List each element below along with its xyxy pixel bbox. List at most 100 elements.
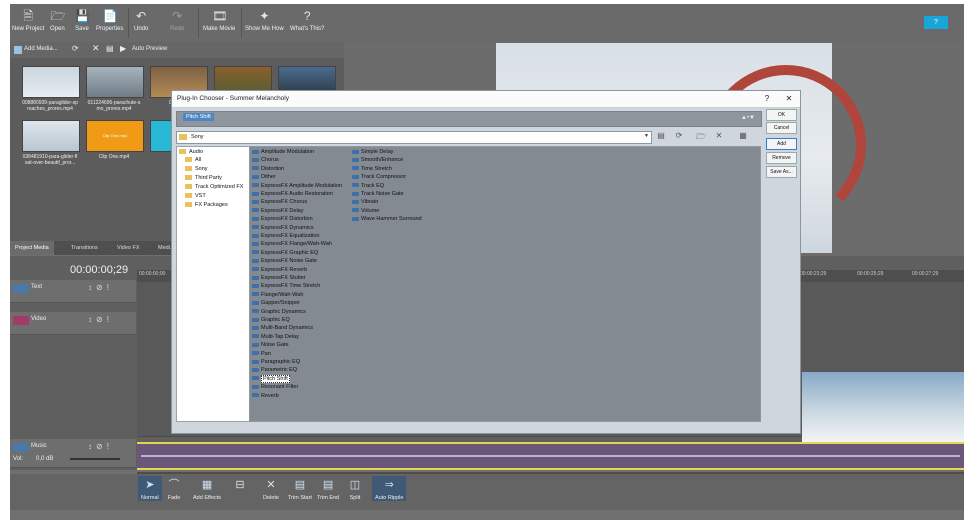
tree-item[interactable]: Track Optimized FX [185,184,243,190]
show-me-how-button[interactable]: ✦ Show Me How [245,7,284,32]
plugin-item[interactable]: Noise Gate [252,342,289,348]
plugin-item[interactable]: Simple Delay [352,149,393,155]
plugin-item[interactable]: Multi-Band Dynamics [252,325,313,331]
whats-this-button[interactable]: ? What's This? [290,7,324,32]
media-thumbnail[interactable] [86,66,144,98]
plugin-item[interactable]: Wave Hammer Surround [352,216,422,222]
tree-item[interactable]: VST [185,193,206,199]
plugin-item[interactable]: Time Stretch [352,166,392,172]
plugin-item[interactable]: ExpressFX Stutter [252,275,306,281]
refresh-icon[interactable]: ⟳ [72,44,79,53]
cancel-button[interactable]: Cancel [766,122,797,134]
split-button[interactable]: ◫ Split [347,476,363,501]
media-thumbnail[interactable] [22,66,80,98]
music-track-lane[interactable] [137,442,964,470]
remove-button[interactable]: Remove [766,152,797,164]
plugin-item[interactable]: Pitch Shift [252,374,290,383]
plugin-item[interactable]: Volume [352,208,379,214]
trim-end-button[interactable]: ▤ Trim End [317,476,339,501]
volume-slider[interactable] [70,458,120,460]
plugin-chain-bar[interactable]: Pitch Shift ▲•▼ [176,111,762,127]
media-thumbnail[interactable] [22,120,80,152]
view-options-icon[interactable]: ▦ [736,131,750,140]
track-header-music[interactable]: Music ↕⊘! Vol: 0,0 dB [10,439,136,468]
tab-project-media[interactable]: Project Media [10,241,54,255]
plugin-item[interactable]: Smooth/Enhance [352,157,403,163]
make-movie-button[interactable]: 🎞 Make Movie [203,7,235,32]
plugin-item[interactable]: Flange/Wah-Wah [252,292,303,298]
help-button[interactable]: ? [924,16,948,29]
plugin-item[interactable]: Track Noise Gate [352,191,404,197]
plugin-item[interactable]: Chorus [252,157,279,163]
plugin-item[interactable]: Pan [252,351,271,357]
media-thumbnail[interactable]: Clip One.mp4 [86,120,144,152]
plugin-item[interactable]: Graphic Dynamics [252,309,306,315]
fade-tool-button[interactable]: ⌒ Fade [166,476,182,501]
dialog-close-button[interactable]: ✕ [782,93,796,105]
track-controls[interactable]: ↕⊘! [88,315,113,324]
chevron-down-icon[interactable]: ▼ [644,133,649,139]
plugin-item[interactable]: Amplitude Modulation [252,149,314,155]
plugin-item[interactable]: Parametric EQ [252,367,297,373]
auto-ripple-button[interactable]: ⇒ Auto Ripple [372,476,407,501]
tree-item[interactable]: FX Packages [185,202,228,208]
auto-preview-toggle[interactable]: Auto Preview [132,46,167,52]
save-as-button[interactable]: Save As... [766,166,797,178]
track-header-video[interactable]: Video ↕⊘! [10,312,136,335]
ok-button[interactable]: OK [766,109,797,121]
add-media-icon[interactable] [14,46,22,54]
plugin-item[interactable]: Vibrato [352,199,378,205]
delete-button[interactable]: ✕ Delete [263,476,279,501]
plugin-item[interactable]: ExpressFX Amplitude Modulation [252,183,342,189]
crop-button[interactable]: ⊟ [232,476,248,495]
plugin-item[interactable]: Track EQ [352,183,384,189]
tab-video-fx[interactable]: Video FX [112,241,145,255]
plugin-item[interactable]: Resonant Filter [252,384,298,390]
delete-icon[interactable]: ✕ [92,43,100,54]
plugin-item[interactable]: ExpressFX Equalization [252,233,319,239]
tree-item[interactable]: Third Party [185,175,222,181]
plugin-item[interactable]: ExpressFX Reverb [252,267,307,273]
dialog-help-button[interactable]: ? [760,93,774,105]
tab-transitions[interactable]: Transitions [66,241,103,255]
plugin-item[interactable]: Reverb [252,393,279,399]
properties-button[interactable]: 📄 Properties [96,7,123,32]
track-controls[interactable]: ↕⊘! [88,442,113,451]
add-button[interactable]: Add [766,138,797,150]
new-folder-icon[interactable]: 🗁 [694,131,708,145]
plugin-item[interactable]: ExpressFX Flange/Wah-Wah [252,241,332,247]
tree-item[interactable]: Sony [185,166,208,172]
auto-preview-icon[interactable]: ▶ [120,44,126,53]
plugin-item[interactable]: ExpressFX Dynamics [252,225,314,231]
plugin-item[interactable]: ExpressFX Audio Restoration [252,191,333,197]
chain-arrow-icons[interactable]: ▲•▼ [741,115,755,121]
open-button[interactable]: 🗁 Open [50,7,65,32]
folder-path-field[interactable]: Sony ▼ [176,131,652,144]
up-folder-icon[interactable]: ▤ [654,131,668,140]
normal-tool-button[interactable]: ➤ Normal [138,476,162,501]
add-effects-button[interactable]: ▦ Add Effects [193,476,221,501]
undo-button[interactable]: ↶ Undo [134,7,148,32]
tree-item[interactable]: All [185,157,201,163]
plugin-item[interactable]: Gapper/Snipper [252,300,300,306]
plugin-item[interactable]: Paragraphic EQ [252,359,300,365]
plugin-item[interactable]: ExpressFX Noise Gate [252,258,317,264]
plugin-item[interactable]: ExpressFX Graphic EQ [252,250,318,256]
redo-button[interactable]: ↷ Redo [170,7,184,32]
chain-plugin-item[interactable]: Pitch Shift [183,113,214,121]
properties-icon[interactable]: ▤ [106,44,114,53]
plugin-item[interactable]: ExpressFX Chorus [252,199,307,205]
plugin-item[interactable]: Multi-Tap Delay [252,334,299,340]
track-controls[interactable]: ↕⊘! [88,283,113,292]
tree-item[interactable]: Audio [179,149,203,155]
plugin-item[interactable]: ExpressFX Delay [252,208,304,214]
plugin-item[interactable]: Dither [252,174,276,180]
plugin-item[interactable]: ExpressFX Time Stretch [252,283,320,289]
plugin-item[interactable]: Graphic EQ [252,317,290,323]
new-project-button[interactable]: 🗎 New Project [12,7,44,32]
track-header-text[interactable]: Text ↕⊘! [10,280,136,303]
trim-start-button[interactable]: ▤ Trim Start [288,476,312,501]
plugin-item[interactable]: Track Compressor [352,174,406,180]
refresh-icon[interactable]: ⟳ [672,131,686,140]
plugin-item[interactable]: Distortion [252,166,284,172]
